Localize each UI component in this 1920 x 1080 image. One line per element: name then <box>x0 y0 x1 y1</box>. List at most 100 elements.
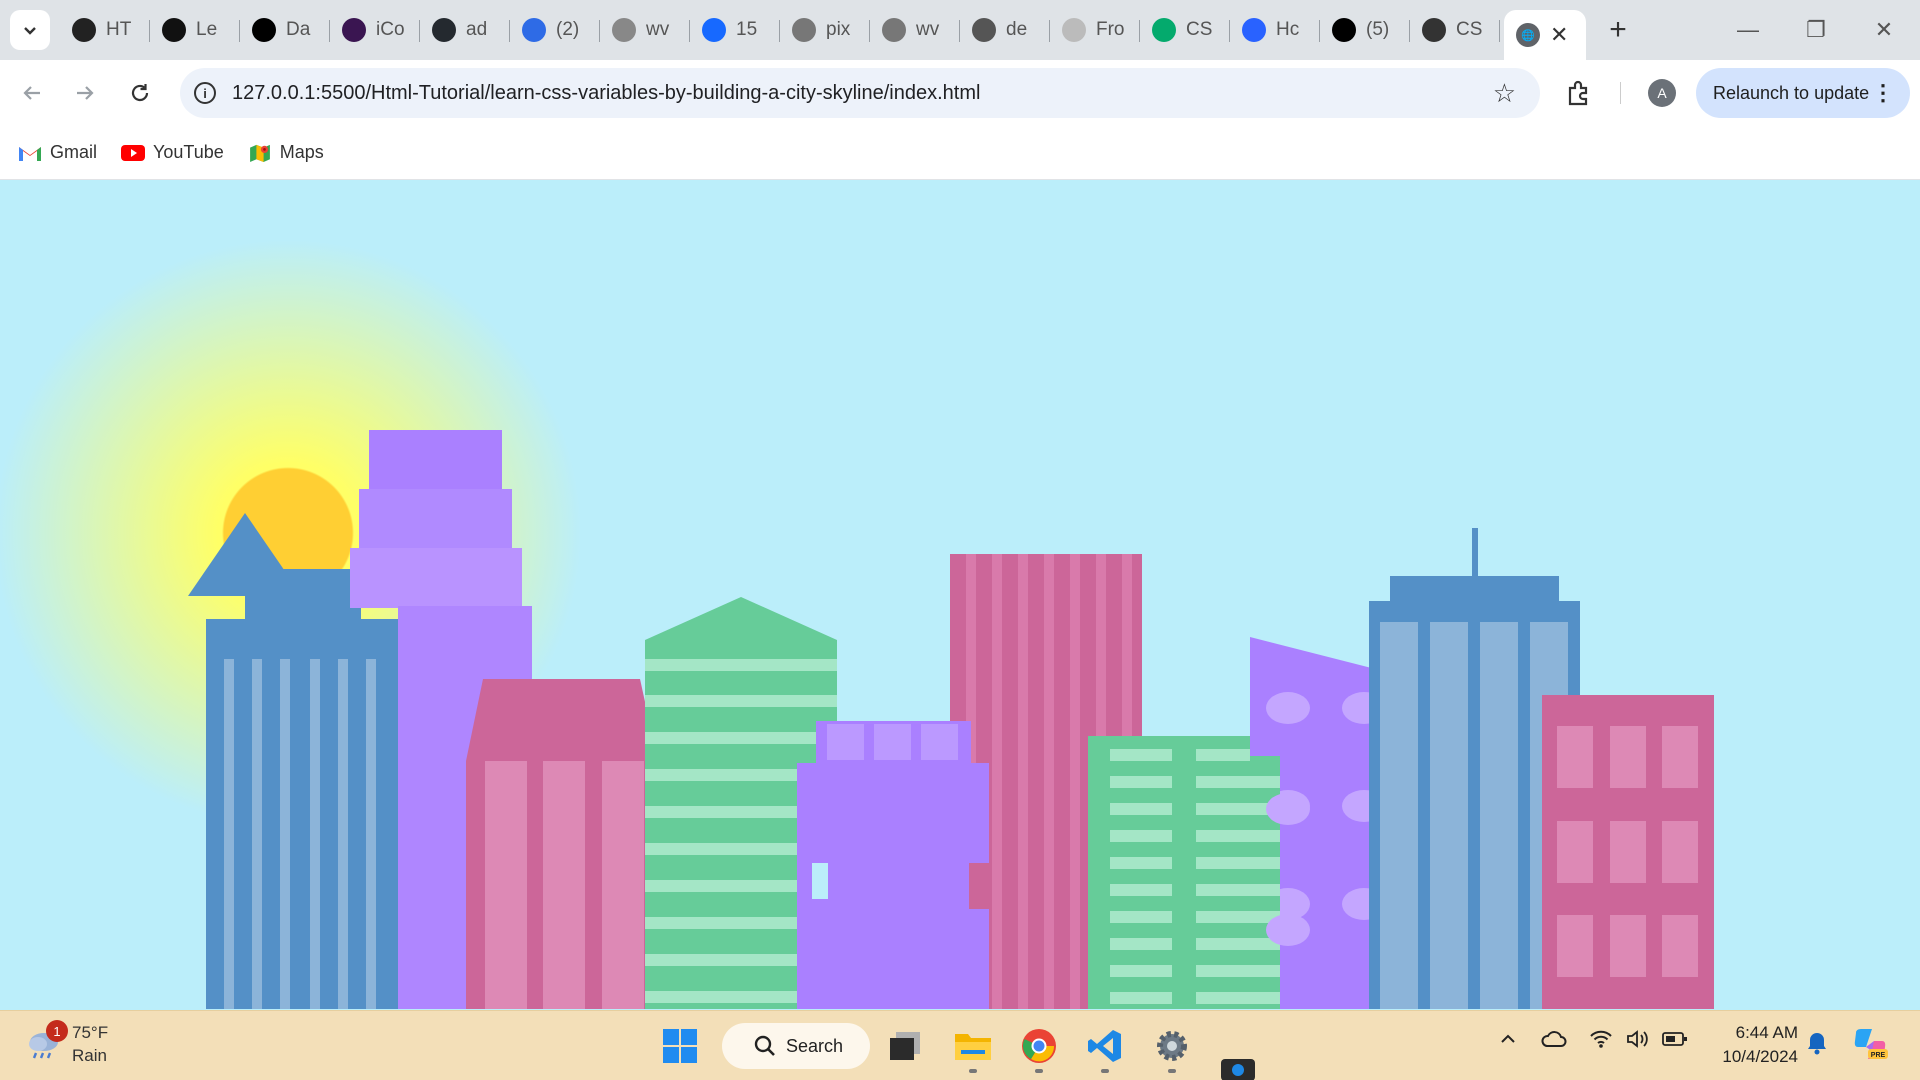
browser-tab[interactable]: ad <box>420 10 510 50</box>
forward-button[interactable] <box>67 75 103 111</box>
volume-icon[interactable] <box>1626 1029 1652 1055</box>
tab-title: CS <box>1456 19 1483 40</box>
wifi-icon[interactable] <box>1589 1029 1613 1055</box>
youtube-icon <box>121 144 146 161</box>
browser-tab[interactable]: iCo <box>330 10 420 50</box>
browser-tab[interactable]: de <box>960 10 1050 50</box>
tab-search-button[interactable] <box>10 10 50 50</box>
codepen-icon <box>1422 18 1446 42</box>
browser-tab[interactable]: wv <box>870 10 960 50</box>
bookmark-maps[interactable]: Maps <box>248 142 324 163</box>
tab-title: ad <box>466 19 488 40</box>
maps-icon <box>249 144 270 162</box>
browser-tab[interactable]: HT <box>60 10 150 50</box>
task-view-icon <box>890 1032 920 1060</box>
profile-icon <box>702 18 726 42</box>
pixabay-icon <box>792 18 816 42</box>
reload-icon <box>131 84 149 102</box>
gear-icon <box>1157 1031 1187 1061</box>
browser-tab[interactable]: wv <box>600 10 690 50</box>
tab-title: iCo <box>376 19 405 40</box>
address-bar[interactable]: i 127.0.0.1:5500/Html-Tutorial/learn-css… <box>180 68 1540 118</box>
tab-title: wv <box>916 19 940 40</box>
active-tab[interactable]: 🌐 ✕ <box>1504 10 1586 60</box>
relaunch-label: Relaunch to update <box>1713 82 1870 103</box>
vscode-button[interactable] <box>1084 1025 1126 1073</box>
profile-avatar[interactable]: A <box>1648 79 1676 107</box>
copilot-icon[interactable]: PRE <box>1852 1027 1888 1067</box>
linkedin-icon <box>882 18 906 42</box>
bookmark-star-icon[interactable]: ☆ <box>1493 78 1516 109</box>
battery-icon[interactable] <box>1662 1029 1688 1055</box>
toolbar-divider <box>1620 82 1621 104</box>
new-tab-button[interactable]: + <box>1598 10 1638 50</box>
tab-title: CS <box>1186 19 1213 40</box>
window-close-button[interactable]: ✕ <box>1850 0 1918 60</box>
browser-tab[interactable]: 15 <box>690 10 780 50</box>
search-label: Search <box>786 1035 844 1056</box>
clock-date: 10/4/2024 <box>1722 1047 1798 1066</box>
weather-temperature: 75°F <box>72 1023 109 1042</box>
close-tab-icon[interactable]: ✕ <box>1550 22 1568 48</box>
taskbar-search[interactable]: Search <box>722 1023 870 1069</box>
building-purple-blocky <box>797 721 989 1009</box>
tab-title: (5) <box>1366 19 1390 40</box>
menu-dots-icon[interactable]: ⋮ <box>1872 80 1894 106</box>
running-indicator <box>969 1069 977 1073</box>
restore-button[interactable]: ❐ <box>1782 0 1850 60</box>
tab-title: Fro <box>1096 19 1125 40</box>
notification-bell-icon[interactable] <box>1806 1031 1828 1061</box>
weather-alert-badge: 1 <box>46 1020 68 1042</box>
chevron-up-icon <box>1501 1034 1515 1043</box>
browser-tab[interactable]: pix <box>780 10 870 50</box>
onedrive-icon[interactable] <box>1541 1029 1567 1055</box>
file-explorer-button[interactable] <box>952 1025 994 1073</box>
tab-title: de <box>1006 19 1028 40</box>
globe-icon: 🌐 <box>1516 23 1540 47</box>
bookmark-youtube[interactable]: YouTube <box>121 142 224 163</box>
settings-button[interactable] <box>1151 1025 1193 1073</box>
bookmark-gmail[interactable]: Gmail <box>18 142 97 163</box>
browser-tab[interactable]: Da <box>240 10 330 50</box>
browser-tab[interactable]: Fro <box>1050 10 1140 50</box>
minimize-button[interactable]: — <box>1714 0 1782 60</box>
weather-widget[interactable]: 1 75°F Rain <box>26 1020 109 1067</box>
browser-tab[interactable]: (2) <box>510 10 600 50</box>
running-indicator <box>1168 1069 1176 1073</box>
reload-button[interactable] <box>122 75 158 111</box>
show-hidden-icons-button[interactable] <box>1498 1029 1518 1055</box>
chrome-icon <box>1022 1029 1056 1063</box>
start-button[interactable] <box>659 1025 701 1067</box>
browser-tab[interactable]: (5) <box>1320 10 1410 50</box>
extensions-icon[interactable] <box>1564 78 1594 108</box>
snipping-tool-button[interactable] <box>1217 1055 1259 1080</box>
bookmark-label: YouTube <box>153 142 224 162</box>
medium-icon <box>252 18 276 42</box>
github-icon <box>432 18 456 42</box>
tab-title: 15 <box>736 19 758 40</box>
chrome-button[interactable] <box>1018 1025 1060 1073</box>
url-text[interactable]: 127.0.0.1:5500/Html-Tutorial/learn-css-v… <box>232 82 980 105</box>
bookmark-label: Maps <box>279 142 324 162</box>
site-info-icon[interactable]: i <box>194 82 216 104</box>
task-view-button[interactable] <box>884 1025 926 1067</box>
browser-tab[interactable]: Le <box>150 10 240 50</box>
windows-taskbar: 1 75°F Rain Search 6:44 AM 10/4/2024 PRE <box>0 1010 1920 1080</box>
tab-strip: HT Le Da iCo ad (2) wv 15 pix wv de Fro CS Hc (5) CS 🌐 ✕ … <box>0 0 1920 60</box>
back-button[interactable] <box>14 75 50 111</box>
icodethis-icon <box>342 18 366 42</box>
w3schools-icon <box>1152 18 1176 42</box>
rain-cloud-icon: 1 <box>26 1020 68 1060</box>
clock-time: 6:44 AM <box>1735 1023 1798 1042</box>
browser-tab[interactable]: CS <box>1410 10 1500 50</box>
x-icon <box>1332 18 1356 42</box>
windows-logo-icon <box>663 1029 697 1063</box>
relaunch-button[interactable]: Relaunch to update ⋮ <box>1696 68 1910 118</box>
gmail-icon <box>19 146 41 161</box>
search-icon <box>754 1035 775 1056</box>
browser-tab[interactable]: CS <box>1140 10 1230 50</box>
browser-tab[interactable]: Hc <box>1230 10 1320 50</box>
system-clock[interactable]: 6:44 AM 10/4/2024 <box>1706 1021 1798 1069</box>
running-indicator <box>1035 1069 1043 1073</box>
svg-text:PRE: PRE <box>1871 1052 1886 1059</box>
